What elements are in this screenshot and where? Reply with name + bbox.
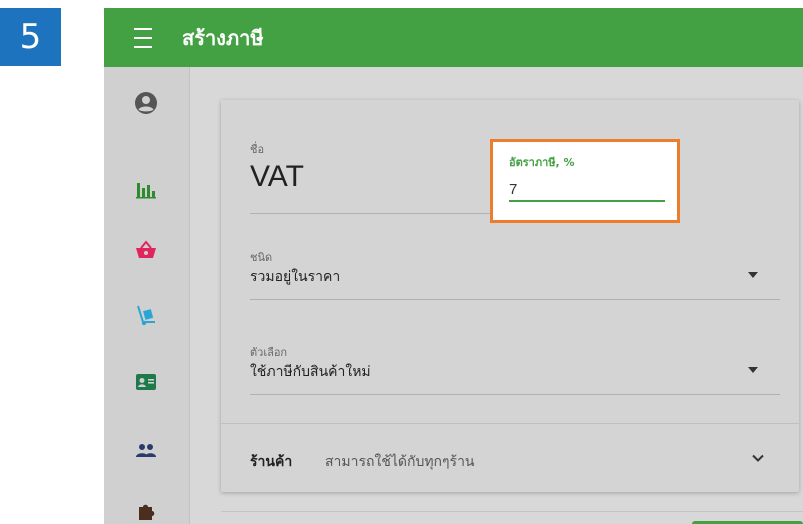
- bar-chart-icon[interactable]: [135, 178, 157, 200]
- store-label: ร้านค้า: [250, 454, 293, 470]
- chevron-down-icon: [752, 454, 764, 462]
- name-field[interactable]: VAT: [250, 160, 304, 194]
- name-field-label: ชื่อ: [250, 143, 265, 156]
- store-expander[interactable]: ร้านค้า สามารถใช้ได้กับทุกๆร้าน: [221, 424, 799, 492]
- option-select-label: ตัวเลือก: [250, 346, 288, 359]
- page-title: สร้างภาษี: [182, 25, 264, 50]
- tax-rate-input[interactable]: [509, 172, 665, 202]
- tax-rate-highlight: อัตราภาษี, %: [490, 139, 680, 223]
- account-circle-icon[interactable]: [134, 91, 158, 115]
- shopping-basket-icon[interactable]: [135, 239, 157, 261]
- app-window: สร้างภาษี ชื่อ VAT ชนิด รวมอยู่ในราคา ตั…: [104, 8, 803, 524]
- menu-icon[interactable]: [134, 27, 162, 48]
- dropdown-arrow-icon: [748, 367, 758, 373]
- dropdown-arrow-icon: [748, 272, 758, 278]
- people-icon[interactable]: [135, 440, 157, 462]
- option-select[interactable]: ตัวเลือก ใช้ภาษีกับสินค้าใหม่: [250, 343, 780, 395]
- type-select-label: ชนิด: [250, 251, 273, 264]
- hand-truck-icon[interactable]: [135, 304, 157, 326]
- top-app-bar: สร้างภาษี: [104, 8, 803, 67]
- contact-card-icon[interactable]: [135, 371, 157, 393]
- type-select[interactable]: ชนิด รวมอยู่ในราคา: [250, 248, 780, 300]
- sidebar: [104, 67, 190, 524]
- option-select-value: ใช้ภาษีกับสินค้าใหม่: [250, 364, 371, 380]
- store-value: สามารถใช้ได้กับทุกๆร้าน: [325, 454, 475, 470]
- step-number-badge: 5: [0, 8, 61, 66]
- type-select-value: รวมอยู่ในราคา: [250, 269, 341, 285]
- puzzle-icon[interactable]: [135, 499, 157, 521]
- next-section-edge: [221, 511, 803, 512]
- tax-rate-label: อัตราภาษี, %: [509, 156, 575, 169]
